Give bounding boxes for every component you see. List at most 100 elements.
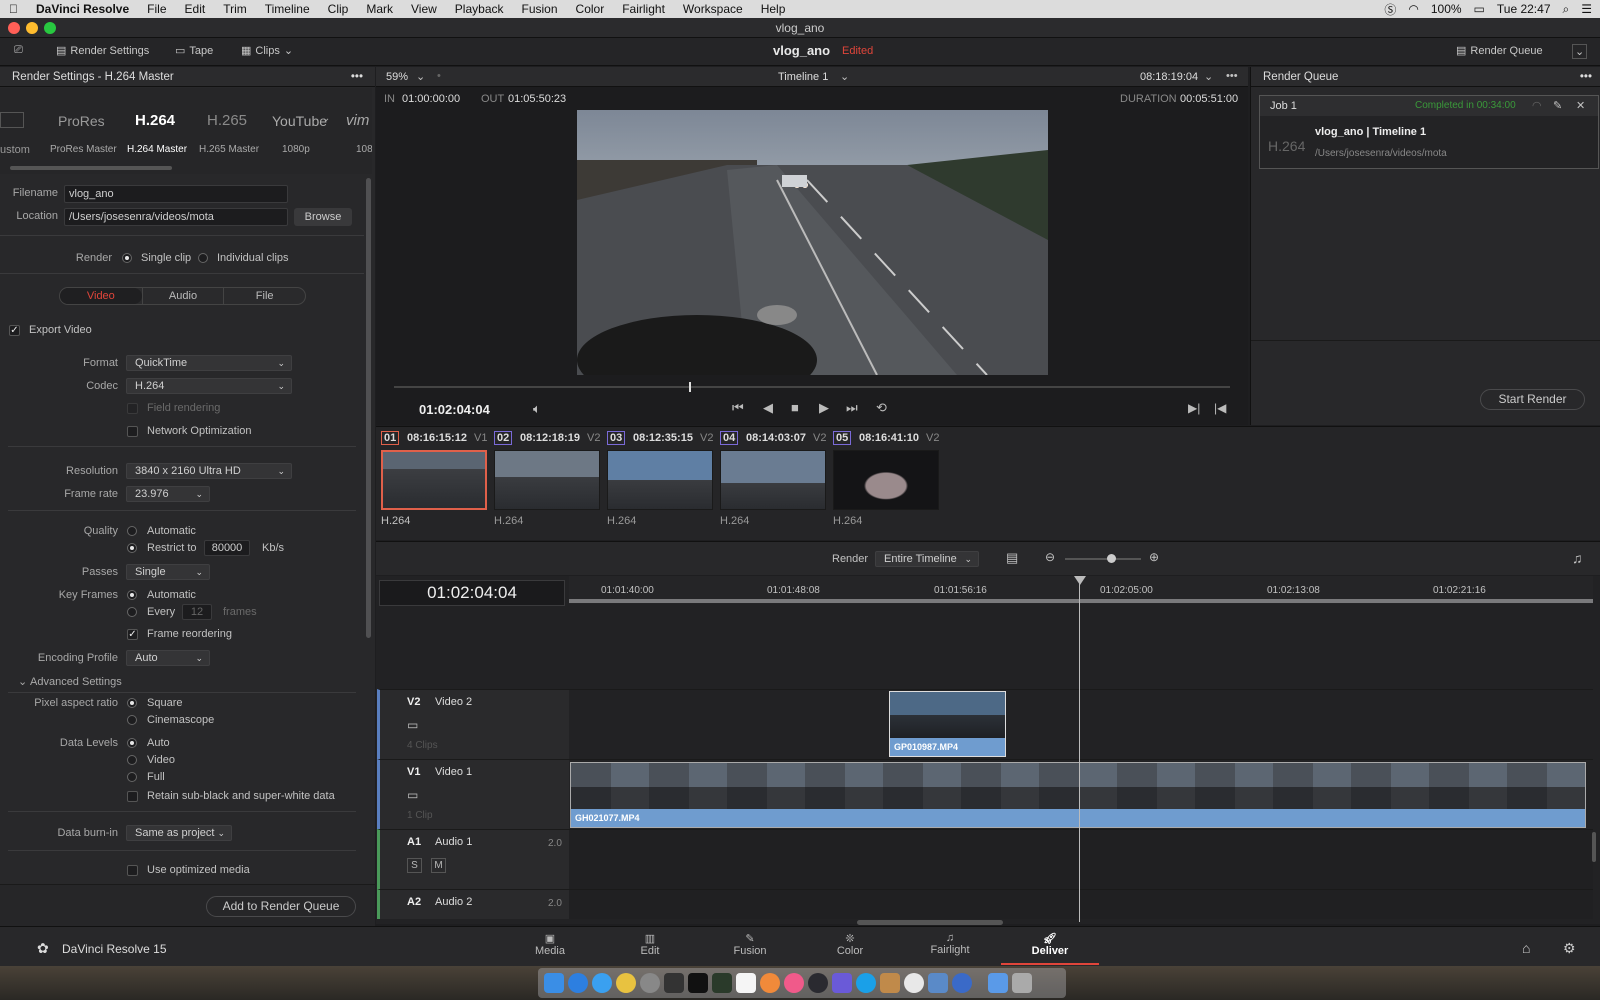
quality-automatic-label[interactable]: Automatic: [147, 525, 196, 537]
encoding-profile-dropdown[interactable]: Auto ⌄: [126, 650, 210, 666]
track-lane-a1[interactable]: [569, 829, 1593, 889]
clip-thumbnail[interactable]: [494, 450, 600, 510]
track-monitor-icon[interactable]: ▭: [407, 718, 418, 732]
h265-preset-label[interactable]: H.265 Master: [199, 144, 259, 155]
viewer-timecode[interactable]: 01:02:04:04: [419, 402, 490, 417]
filename-input[interactable]: vlog_ano: [64, 185, 288, 203]
single-clip-label[interactable]: Single clip: [141, 252, 191, 264]
tape-button[interactable]: ▭ Tape: [175, 44, 213, 58]
keyframes-automatic-radio[interactable]: [127, 590, 137, 600]
zoom-level[interactable]: 59%: [386, 71, 408, 83]
track-header-a2[interactable]: A2 Audio 2 2.0: [377, 889, 569, 919]
resolve-dock-icon[interactable]: [808, 973, 828, 993]
downloads-folder-icon[interactable]: [988, 973, 1008, 993]
timeline-timecode[interactable]: 01:02:04:04: [379, 580, 565, 606]
stop-icon[interactable]: ■: [791, 400, 799, 415]
render-range-dropdown[interactable]: Entire Timeline ⌄: [875, 551, 979, 567]
export-video-checkbox[interactable]: ✓: [9, 325, 20, 336]
h264-logo[interactable]: H.264: [135, 112, 175, 129]
viewer-more-icon[interactable]: •••: [1226, 70, 1238, 82]
network-optimization-label[interactable]: Network Optimization: [147, 425, 252, 437]
render-settings-button[interactable]: ▤ Render Settings: [56, 44, 149, 58]
keyframes-interval-input[interactable]: 12: [182, 604, 212, 620]
start-render-button[interactable]: Start Render: [1480, 389, 1585, 410]
preset-scrollbar[interactable]: [10, 166, 172, 170]
timeline-vscrollbar[interactable]: [1592, 832, 1596, 862]
levels-video-radio[interactable]: [127, 755, 137, 765]
page-fairlight[interactable]: ♫ Fairlight: [900, 932, 1000, 956]
clip-thumbnail[interactable]: [607, 450, 713, 510]
advanced-chevron-icon[interactable]: ⌄: [18, 675, 27, 688]
prores-preset-label[interactable]: ProRes Master: [50, 144, 117, 155]
terminal-icon[interactable]: [688, 973, 708, 993]
more-options-icon[interactable]: •••: [351, 67, 363, 87]
frame-reordering-label[interactable]: Frame reordering: [147, 628, 232, 640]
format-dropdown[interactable]: QuickTime ⌄: [126, 355, 292, 371]
h265-logo[interactable]: H.265: [207, 112, 247, 129]
network-optimization-checkbox[interactable]: [127, 426, 138, 437]
volume-icon[interactable]: 🔈︎: [533, 401, 541, 417]
page-fusion[interactable]: ✎ Fusion: [700, 932, 800, 957]
skype-icon[interactable]: Ⓢ: [1384, 1, 1396, 18]
playhead-marker-icon[interactable]: [1074, 576, 1086, 585]
menu-clip[interactable]: Clip: [319, 2, 358, 16]
solo-button[interactable]: S: [407, 858, 422, 873]
par-cinemascope-label[interactable]: Cinemascope: [147, 714, 214, 726]
tab-video[interactable]: Video: [60, 288, 142, 304]
bitrate-input[interactable]: 80000: [204, 540, 250, 556]
retain-range-label[interactable]: Retain sub-black and super-white data: [147, 790, 335, 802]
audio-meter-icon[interactable]: ♫: [1572, 550, 1583, 566]
timeline-playhead[interactable]: [1079, 576, 1080, 922]
youtube-preset-label[interactable]: 1080p: [282, 144, 310, 155]
jump-end-icon[interactable]: ⏭︎: [846, 400, 858, 416]
timeline-clip-v1[interactable]: GH021077.MP4: [570, 762, 1586, 828]
vimeo-logo[interactable]: vim: [346, 112, 369, 129]
custom-preset-icon[interactable]: [0, 112, 24, 128]
menu-timeline[interactable]: Timeline: [256, 2, 319, 16]
quality-automatic-radio[interactable]: [127, 526, 137, 536]
individual-clips-label[interactable]: Individual clips: [217, 252, 289, 264]
track-lane-v2[interactable]: [569, 689, 1593, 759]
timeline-name[interactable]: Timeline 1: [778, 71, 828, 83]
track-lane-a2[interactable]: [569, 889, 1593, 919]
loop-icon[interactable]: ⟲: [876, 400, 887, 416]
tab-audio[interactable]: Audio: [141, 288, 224, 304]
monitor-app-icon[interactable]: [712, 973, 732, 993]
menu-help[interactable]: Help: [752, 2, 795, 16]
clip-thumbnail[interactable]: [833, 450, 939, 510]
settings-gear-icon[interactable]: ⚙: [1563, 940, 1576, 957]
youtube-logo[interactable]: YouTube: [272, 113, 327, 129]
home-icon[interactable]: ⌂: [1522, 940, 1530, 956]
render-queue-toggle[interactable]: ▤ Render Queue: [1456, 44, 1543, 58]
quality-restrict-label[interactable]: Restrict to: [147, 542, 197, 554]
settings-scrollbar[interactable]: [366, 178, 371, 638]
skype-dock-icon[interactable]: [856, 973, 876, 993]
zoom-slider-handle[interactable]: [1107, 554, 1116, 563]
menu-list-icon[interactable]: ☰: [1581, 2, 1592, 16]
clips-button[interactable]: ▦ Clips ⌄: [241, 44, 293, 58]
levels-video-label[interactable]: Video: [147, 754, 175, 766]
minimize-window-button[interactable]: [26, 22, 38, 34]
menu-file[interactable]: File: [138, 2, 175, 16]
spotlight-icon[interactable]: ⌕: [1563, 2, 1570, 17]
prev-clip-icon[interactable]: |◀: [1214, 401, 1226, 415]
keyframes-every-radio[interactable]: [127, 607, 137, 617]
h264-preset-label[interactable]: H.264 Master: [127, 144, 187, 155]
retain-range-checkbox[interactable]: [127, 791, 138, 802]
next-clip-icon[interactable]: ▶|: [1188, 401, 1200, 415]
menu-workspace[interactable]: Workspace: [674, 2, 752, 16]
system-prefs-icon[interactable]: [640, 973, 660, 993]
apple-icon[interactable]: : [0, 2, 27, 16]
tab-file[interactable]: File: [223, 288, 305, 304]
job-card[interactable]: Job 1 Completed in 00:34:00 ◠ ✎ ✕ H.264 …: [1259, 95, 1599, 169]
clock[interactable]: Tue 22:47: [1497, 2, 1551, 16]
battery-label[interactable]: 100%: [1431, 2, 1462, 16]
menu-playback[interactable]: Playback: [446, 2, 513, 16]
monitor-icon[interactable]: ⎚: [14, 44, 23, 57]
clip-thumbnail[interactable]: [720, 450, 826, 510]
zoom-window-button[interactable]: [44, 22, 56, 34]
edit-job-icon[interactable]: ✎: [1553, 99, 1562, 112]
itunes-icon[interactable]: [784, 973, 804, 993]
menu-trim[interactable]: Trim: [214, 2, 256, 16]
resolution-dropdown[interactable]: 3840 x 2160 Ultra HD ⌄: [126, 463, 292, 479]
